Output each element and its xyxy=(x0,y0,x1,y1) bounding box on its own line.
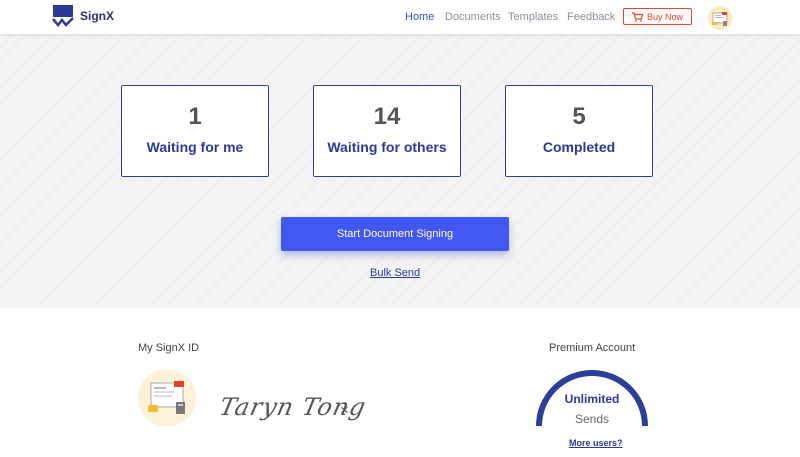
gauge-unit: Sends xyxy=(574,412,610,426)
gauge-value: Unlimited xyxy=(564,392,620,406)
stat-count: 1 xyxy=(188,103,202,130)
signx-logo-icon[interactable] xyxy=(52,5,74,27)
user-avatar[interactable] xyxy=(708,6,732,30)
buy-now-button[interactable]: Buy Now xyxy=(623,8,692,25)
stat-card-waiting-for-me[interactable]: 1 Waiting for me xyxy=(121,85,269,177)
stat-label: Waiting for others xyxy=(327,139,447,155)
nav-templates[interactable]: Templates xyxy=(508,11,558,23)
more-users-link[interactable]: More users? xyxy=(569,438,623,448)
stat-count: 14 xyxy=(373,103,401,130)
stat-label: Waiting for me xyxy=(146,139,244,155)
signx-id-image xyxy=(138,369,196,427)
remove-signature-icon[interactable]: × xyxy=(340,402,349,419)
stat-count: 5 xyxy=(572,103,586,130)
id-illustration-icon xyxy=(148,381,185,414)
dashboard-hero: 1 Waiting for me 14 Waiting for others 5… xyxy=(0,34,800,308)
bulk-send-link[interactable]: Bulk Send xyxy=(370,267,420,279)
buy-now-label: Buy Now xyxy=(646,11,683,22)
nav-home[interactable]: Home xyxy=(405,11,434,23)
avatar-illustration-icon xyxy=(712,12,728,26)
stat-label: Completed xyxy=(542,139,616,155)
top-navbar: SignX Home Documents Templates Feedback … xyxy=(0,0,800,34)
nav-documents[interactable]: Documents xyxy=(445,11,501,23)
stat-card-completed[interactable]: 5 Completed xyxy=(505,85,653,177)
premium-account-heading: Premium Account xyxy=(549,342,636,354)
start-document-signing-button[interactable]: Start Document Signing xyxy=(281,217,509,251)
cart-icon xyxy=(631,11,643,22)
signx-id-heading: My SignX ID xyxy=(138,342,200,354)
app-name[interactable]: SignX xyxy=(80,9,114,23)
stat-card-waiting-for-others[interactable]: 14 Waiting for others xyxy=(313,85,461,177)
nav-feedback[interactable]: Feedback xyxy=(567,11,615,23)
